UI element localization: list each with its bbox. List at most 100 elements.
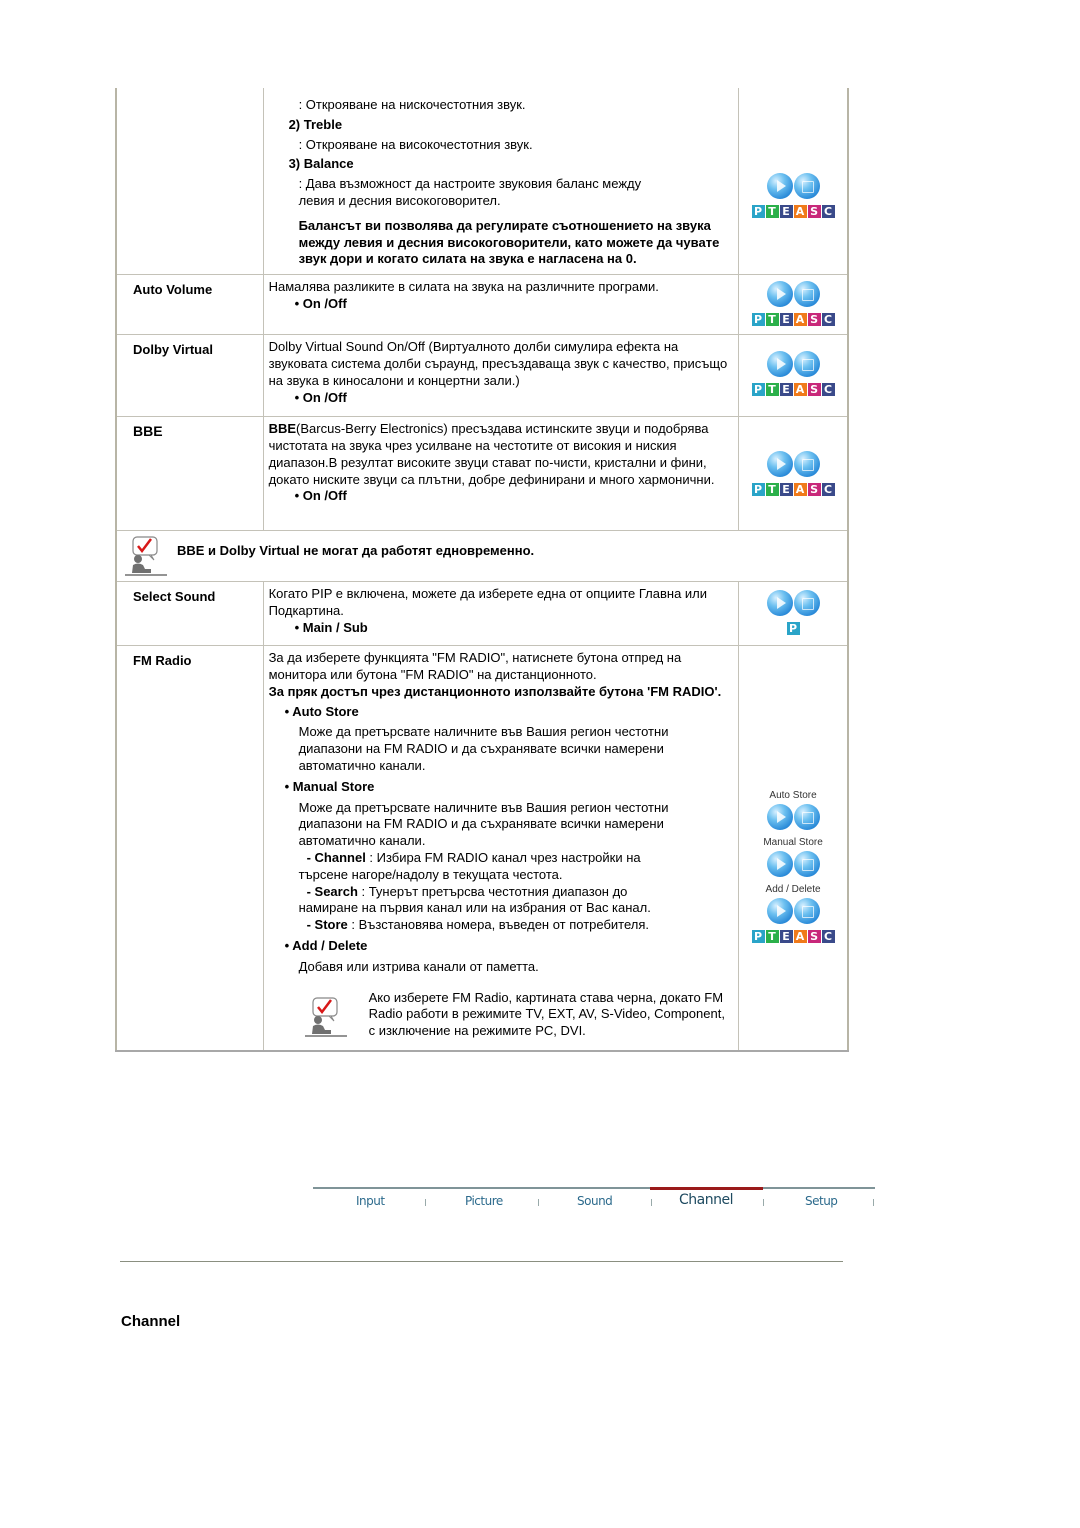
auto-store-heading: • Auto Store (284, 703, 359, 719)
badge-p-icon: P (751, 313, 765, 327)
section-title: Channel (121, 1313, 181, 1330)
stop-orb-icon (793, 851, 820, 878)
channel-label: - Channel (306, 849, 366, 865)
stop-orb-icon (793, 451, 820, 478)
stop-orb-icon (793, 804, 820, 831)
row-desc: За да изберете функцията "FM RADIO", нат… (268, 650, 682, 682)
tab-separator (425, 1199, 426, 1206)
note-checkmark-icon (123, 535, 169, 577)
badge-t-icon: T (765, 483, 779, 497)
table-row-select-sound: Select Sound Когато PIP е включена, може… (115, 581, 849, 647)
name-cell (115, 88, 264, 276)
stop-orb-icon (793, 590, 820, 617)
pteasc-badges: PTEASC (739, 930, 847, 944)
badge-s-icon: S (807, 483, 821, 497)
remote-buttons: PTEASC (739, 279, 847, 327)
badge-s-icon: S (807, 313, 821, 327)
badge-s-icon: S (807, 930, 821, 944)
stop-orb-icon (793, 898, 820, 925)
auto-store-desc: Може да претърсвате наличните във Вашия … (298, 724, 669, 773)
store-desc: : Възстановява номера, въведен от потреб… (347, 917, 650, 933)
badge-c-icon: C (821, 383, 835, 397)
manual-store-desc: Може да претърсвате наличните във Вашия … (298, 799, 669, 849)
tab-sound[interactable]: Sound (577, 1194, 613, 1208)
pteasc-badges: PTEASC (739, 205, 847, 218)
badge-e-icon: E (779, 383, 793, 397)
treble-heading: 2) Treble (288, 116, 343, 132)
table-row-fm-radio: FM Radio За да изберете функцията "FM RA… (115, 645, 849, 1052)
badge-t-icon: T (765, 205, 779, 218)
pteasc-badges: PTEASC (739, 313, 847, 327)
fm-radio-buttons: Auto Store Manual Store Add / Delete PTE… (739, 790, 847, 944)
active-tab-indicator (650, 1187, 763, 1190)
row-name: Select Sound (133, 589, 216, 605)
store-label: - Store (306, 917, 348, 933)
badge-t-icon: T (765, 383, 779, 397)
desc-cell: : Открояване на нискочестотния звук. 2) … (262, 88, 740, 276)
tab-bar-line (313, 1187, 875, 1189)
icon-cell: PTEASC (738, 88, 849, 276)
balance-heading: 3) Balance (288, 156, 354, 172)
row-name: Auto Volume (133, 282, 213, 298)
play-orb-icon (766, 281, 793, 308)
badge-a-icon: A (793, 313, 807, 327)
badge-e-icon: E (779, 313, 793, 327)
stop-orb-icon (793, 173, 820, 199)
channel-desc: : Избира FM RADIO канал чрез настройки н… (365, 849, 641, 865)
tab-setup[interactable]: Setup (805, 1194, 838, 1208)
bass-desc: : Открояване на нискочестотния звук. (298, 97, 526, 112)
badge-e-icon: E (779, 930, 793, 944)
badge-p-icon: P (751, 205, 765, 218)
pteasc-badges: PTEASC (739, 383, 847, 397)
fm-radio-note-text: Ако изберете FM Radio, картината става ч… (368, 989, 725, 1039)
treble-desc: : Открояване на високочестотния звук. (298, 136, 533, 152)
badge-s-icon: S (807, 205, 821, 218)
auto-store-label: Auto Store (769, 790, 817, 802)
badge-c-icon: C (821, 313, 835, 327)
play-orb-icon (766, 351, 793, 378)
table-row-note: BBE и Dolby Virtual не могат да работят … (115, 530, 849, 583)
play-orb-icon (766, 804, 793, 831)
stop-orb-icon (793, 281, 820, 308)
remote-buttons: P (739, 588, 847, 636)
badge-c-icon: C (821, 483, 835, 497)
row-desc-bold: За пряк достъп чрез дистанционното изпол… (268, 683, 722, 699)
badge-s-icon: S (807, 383, 821, 397)
balance-desc-1: : Дава възможност да настроите звуковия … (298, 176, 642, 192)
play-orb-icon (766, 590, 793, 617)
search-desc: : Тунерът претърсва честотния диапазон д… (357, 883, 628, 899)
add-delete-heading: • Add / Delete (284, 937, 368, 953)
row-desc: Dolby Virtual Sound On/Off (Виртуалното … (268, 339, 728, 388)
row-option: • Main / Sub (294, 619, 368, 635)
row-name: BBE (133, 423, 163, 440)
row-option: • On /Off (294, 295, 347, 311)
table-row-auto-volume: Auto Volume Намалява разликите в силата … (115, 274, 849, 336)
badge-e-icon: E (779, 205, 793, 218)
badge-t-icon: T (765, 313, 779, 327)
add-delete-desc: Добавя или изтрива канали от паметта. (298, 958, 539, 974)
tab-input[interactable]: Input (356, 1194, 385, 1208)
divider (120, 1261, 843, 1262)
channel-desc-2: търсене нагоре/надолу в текущата честота… (298, 866, 563, 882)
tab-separator (651, 1199, 652, 1206)
table-row-balance: : Открояване на нискочестотния звук. 2) … (115, 88, 849, 276)
row-name: FM Radio (133, 653, 192, 669)
tab-separator (763, 1199, 764, 1206)
tab-separator (538, 1199, 539, 1206)
tab-channel[interactable]: Channel (679, 1192, 733, 1208)
play-orb-icon (766, 173, 793, 199)
balance-note: Балансът ви позволява да регулирате съот… (298, 217, 720, 267)
manual-store-label: Manual Store (763, 837, 823, 849)
stop-orb-icon (793, 351, 820, 378)
tab-picture[interactable]: Picture (465, 1194, 503, 1208)
balance-desc-2: левия и десния високоговорител. (298, 192, 501, 208)
manual-store-heading: • Manual Store (284, 778, 375, 794)
remote-buttons: PTEASC (739, 349, 847, 397)
badge-a-icon: A (793, 483, 807, 497)
bbe-bold: BBE (268, 421, 297, 437)
menu-tabs: Input Picture Sound Channel Setup (313, 1187, 875, 1217)
badge-e-icon: E (779, 483, 793, 497)
note-checkmark-icon (303, 996, 349, 1038)
badge-p-icon: P (751, 483, 765, 497)
tab-separator (873, 1199, 874, 1206)
